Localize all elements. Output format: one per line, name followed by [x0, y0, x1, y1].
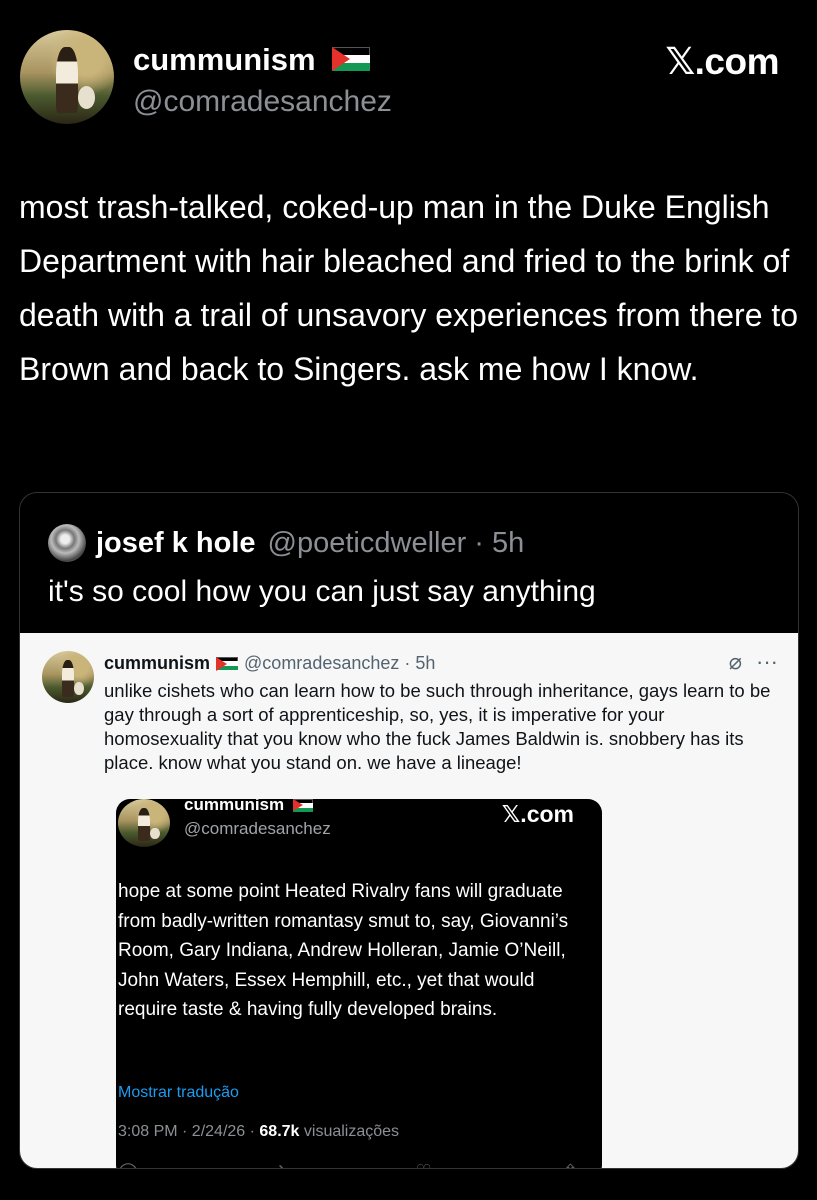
quote-author-name[interactable]: josef k hole: [96, 527, 256, 560]
inner-action-icons: ◯ ⇄ ♡ ⇧: [118, 1161, 578, 1168]
inner-author-name: cummunism: [184, 799, 285, 814]
grok-icon: ⌀: [728, 649, 743, 674]
palestine-flag-icon: [216, 656, 239, 671]
quote-author-handle[interactable]: @poeticdweller · 5h: [268, 527, 525, 560]
palestine-flag-icon: [332, 46, 371, 71]
inner-timestamp: 3:08 PM · 2/24/26 ·: [118, 1123, 260, 1140]
inner-avatar: [118, 799, 170, 847]
x-brand-logo: 𝕏.com: [665, 41, 779, 82]
author-handle[interactable]: @comradesanchez: [133, 85, 392, 119]
embed-actions: ⌀ ···: [729, 649, 778, 675]
post-text: most trash-talked, coked-up man in the D…: [19, 189, 799, 387]
reply-icon: ◯: [118, 1161, 138, 1168]
inner-screenshot-card: cummunism @comradesanchez 𝕏.com hope at …: [116, 799, 602, 1168]
profile-avatar[interactable]: [20, 30, 114, 124]
author-name-row[interactable]: cummunism: [133, 42, 371, 78]
inner-text: hope at some point Heated Rivalry fans w…: [118, 881, 569, 1020]
share-icon: ⇧: [563, 1161, 578, 1168]
inner-views-count: 68.7k: [259, 1123, 300, 1140]
show-translation-link: Mostrar tradução: [118, 1084, 239, 1101]
inner-author-handle: @comradesanchez: [184, 819, 331, 838]
inner-x-brand-logo: 𝕏.com: [501, 801, 574, 827]
quote-avatar[interactable]: [48, 524, 86, 562]
like-icon: ♡: [416, 1161, 432, 1168]
embedded-screenshot: cummunism @comradesanchez · 5h ⌀ ··· unl…: [20, 633, 798, 1168]
author-name[interactable]: cummunism: [133, 42, 316, 77]
more-options-icon: ···: [756, 649, 778, 674]
repost-icon: ⇄: [269, 1161, 284, 1168]
quote-card[interactable]: josef k hole @poeticdweller · 5h it's so…: [19, 492, 799, 1169]
avatar-figure: [55, 46, 79, 113]
embed-author-name: cummunism: [104, 653, 211, 673]
palestine-flag-icon: [292, 799, 313, 812]
embed-avatar: [42, 651, 94, 703]
quote-header: josef k hole @poeticdweller · 5h: [48, 523, 524, 563]
avatar-dog: [78, 86, 96, 109]
embed-text: unlike cishets who can learn how to be s…: [104, 680, 771, 773]
embed-header: cummunism @comradesanchez · 5h: [104, 653, 435, 674]
embed-author-handle: @comradesanchez · 5h: [244, 653, 436, 673]
inner-views-label: visualizações: [299, 1123, 400, 1140]
quote-text: it's so cool how you can just say anythi…: [48, 575, 596, 608]
inner-meta: 3:08 PM · 2/24/26 · 68.7k visualizações: [118, 1123, 399, 1141]
inner-author-name-row: cummunism: [184, 799, 313, 815]
